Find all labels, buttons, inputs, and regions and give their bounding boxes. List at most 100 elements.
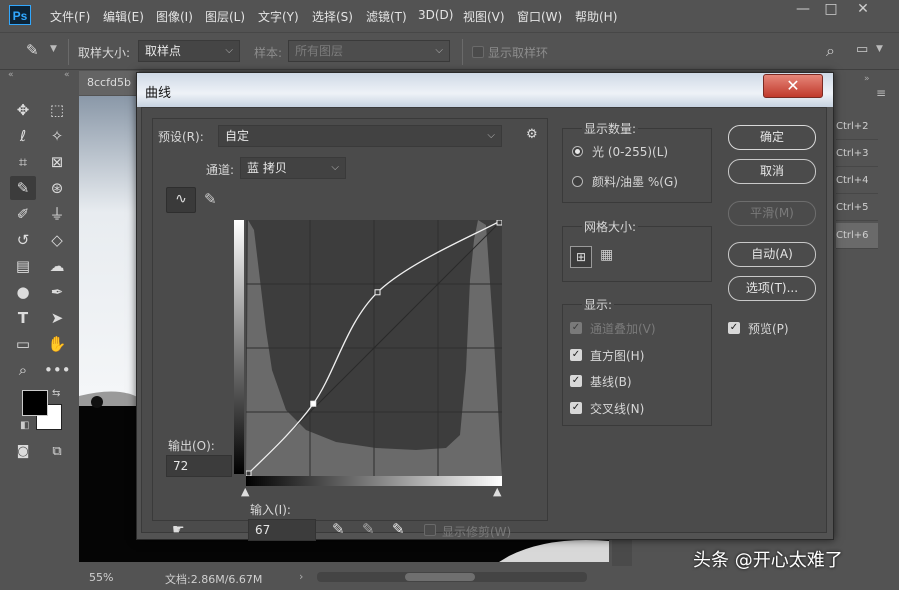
show-sampling-ring-checkbox[interactable]: [472, 46, 484, 58]
gray-eyedropper-icon[interactable]: ✎: [362, 520, 375, 538]
baseline-label: 基线(B): [590, 375, 632, 389]
swap-colors-icon[interactable]: ⇆: [52, 388, 60, 399]
gradient-tool-icon[interactable]: ▤: [10, 254, 36, 278]
crop-tool-icon[interactable]: ⌗: [10, 150, 36, 174]
path-selection-tool-icon[interactable]: ➤: [44, 306, 70, 330]
eyedropper-icon[interactable]: ✎: [26, 41, 39, 59]
lasso-tool-icon[interactable]: ℓ: [10, 124, 36, 148]
curve-control-point[interactable]: [496, 220, 502, 226]
output-field[interactable]: 72: [166, 455, 232, 477]
minimize-button[interactable]: —: [788, 0, 818, 18]
history-brush-tool-icon[interactable]: ↺: [10, 228, 36, 252]
cancel-button[interactable]: 取消: [728, 159, 816, 184]
curve-control-point[interactable]: [374, 289, 381, 296]
collapse-icon[interactable]: »: [864, 74, 870, 84]
zoom-tool-icon[interactable]: ⌕: [10, 358, 36, 382]
preview-checkbox[interactable]: ✓: [728, 322, 740, 334]
sample-dropdown[interactable]: 所有图层 ⌵: [288, 40, 450, 62]
panel-menu-icon[interactable]: ≡: [876, 86, 886, 100]
white-eyedropper-icon[interactable]: ✎: [392, 520, 405, 538]
scrollbar-thumb[interactable]: [405, 573, 475, 581]
channel-dropdown[interactable]: 蓝 拷贝 ⌵: [240, 157, 346, 179]
channel-overlay-checkbox[interactable]: ✓: [570, 322, 582, 334]
menu-select[interactable]: 选择(S): [312, 8, 353, 25]
preset-options-icon[interactable]: ⚙: [526, 127, 538, 142]
options-button[interactable]: 选项(T)...: [728, 276, 816, 301]
zoom-level[interactable]: 55%: [89, 571, 113, 584]
ok-button[interactable]: 确定: [728, 125, 816, 150]
spot-healing-tool-icon[interactable]: ⊛: [44, 176, 70, 200]
magic-wand-tool-icon[interactable]: ✧: [44, 124, 70, 148]
input-field[interactable]: 67: [248, 519, 316, 541]
simple-grid-icon[interactable]: ⊞: [570, 246, 592, 268]
show-sampling-ring-label: 显示取样环: [488, 46, 549, 60]
collapse-icon[interactable]: «: [64, 70, 70, 80]
status-bar: 55% 文档:2.86M/6.67M ›: [79, 566, 607, 590]
menu-help[interactable]: 帮助(H): [575, 8, 617, 25]
hand-tool-icon[interactable]: ✋: [44, 332, 70, 356]
type-tool-icon[interactable]: T: [10, 306, 36, 330]
move-tool-icon[interactable]: ✥: [10, 98, 36, 122]
sample-size-dropdown[interactable]: 取样点 ⌵: [138, 40, 240, 62]
chevron-down-icon[interactable]: ▼: [50, 44, 57, 54]
menu-type[interactable]: 文字(Y): [258, 8, 299, 25]
quick-mask-icon[interactable]: ◙: [10, 440, 36, 464]
workspace-icon[interactable]: ▭: [856, 42, 868, 57]
horizontal-scrollbar[interactable]: [317, 572, 587, 582]
black-eyedropper-icon[interactable]: ✎: [332, 520, 345, 538]
menu-3d[interactable]: 3D(D): [418, 8, 453, 22]
intersection-line-checkbox[interactable]: ✓: [570, 402, 582, 414]
target-adjustment-icon[interactable]: ☛: [172, 522, 185, 538]
menu-edit[interactable]: 编辑(E): [103, 8, 144, 25]
dialog-close-button[interactable]: ✕: [763, 74, 823, 98]
eraser-tool-icon[interactable]: ◇: [44, 228, 70, 252]
collapse-icon[interactable]: «: [8, 70, 14, 80]
curve-graph[interactable]: [246, 220, 502, 476]
menu-view[interactable]: 视图(V): [463, 8, 505, 25]
foreground-color-swatch[interactable]: [22, 390, 48, 416]
search-icon[interactable]: ⌕: [826, 41, 835, 61]
menu-file[interactable]: 文件(F): [50, 8, 90, 25]
document-tab[interactable]: 8ccfd5b: [79, 71, 139, 95]
black-point-slider[interactable]: ▲: [241, 485, 249, 498]
detailed-grid-icon[interactable]: ▦: [600, 247, 613, 263]
screen-mode-icon[interactable]: ⧉: [44, 440, 70, 464]
curve-point-mode-icon[interactable]: ∿: [166, 187, 196, 213]
dialog-titlebar[interactable]: 曲线 ✕: [137, 73, 833, 107]
blur-tool-icon[interactable]: ☁: [44, 254, 70, 278]
pen-tool-icon[interactable]: ✒: [44, 280, 70, 304]
eyedropper-tool-icon[interactable]: ✎: [10, 176, 36, 200]
menu-window[interactable]: 窗口(W): [517, 8, 562, 25]
menu-layer[interactable]: 图层(L): [205, 8, 245, 25]
smooth-button[interactable]: 平滑(M): [728, 201, 816, 226]
marquee-tool-icon[interactable]: ⬚: [44, 98, 70, 122]
show-clipping-checkbox[interactable]: [424, 524, 436, 536]
show-clipping-label: 显示修剪(W): [442, 525, 512, 539]
chevron-right-icon[interactable]: ›: [299, 570, 303, 583]
window-close-button[interactable]: ✕: [848, 0, 878, 18]
menu-filter[interactable]: 滤镜(T): [366, 8, 407, 25]
more-tools-icon[interactable]: •••: [44, 358, 71, 382]
light-radio[interactable]: [572, 146, 583, 157]
maximize-button[interactable]: □: [816, 0, 846, 18]
baseline-checkbox[interactable]: ✓: [570, 375, 582, 387]
frame-tool-icon[interactable]: ⊠: [44, 150, 70, 174]
default-colors-icon[interactable]: ◧: [20, 420, 29, 431]
stamp-tool-icon[interactable]: ⏚: [44, 202, 70, 226]
curve-control-point[interactable]: [246, 470, 252, 476]
pigment-radio[interactable]: [572, 176, 583, 187]
curve-control-point[interactable]: [310, 400, 317, 407]
white-point-slider[interactable]: ▲: [493, 485, 501, 498]
auto-button[interactable]: 自动(A): [728, 242, 816, 267]
preset-dropdown[interactable]: 自定 ⌵: [218, 125, 502, 147]
histogram-checkbox[interactable]: ✓: [570, 349, 582, 361]
pencil-mode-icon[interactable]: ✎: [204, 190, 217, 208]
brush-tool-icon[interactable]: ✐: [10, 202, 36, 226]
dodge-tool-icon[interactable]: ●: [10, 280, 36, 304]
chevron-down-icon[interactable]: ▼: [876, 44, 883, 54]
preview-label: 预览(P): [748, 322, 789, 336]
menu-image[interactable]: 图像(I): [156, 8, 193, 25]
rectangle-tool-icon[interactable]: ▭: [10, 332, 36, 356]
document-info[interactable]: 文档:2.86M/6.67M: [165, 571, 262, 587]
chevron-down-icon: ⌵: [331, 162, 339, 173]
